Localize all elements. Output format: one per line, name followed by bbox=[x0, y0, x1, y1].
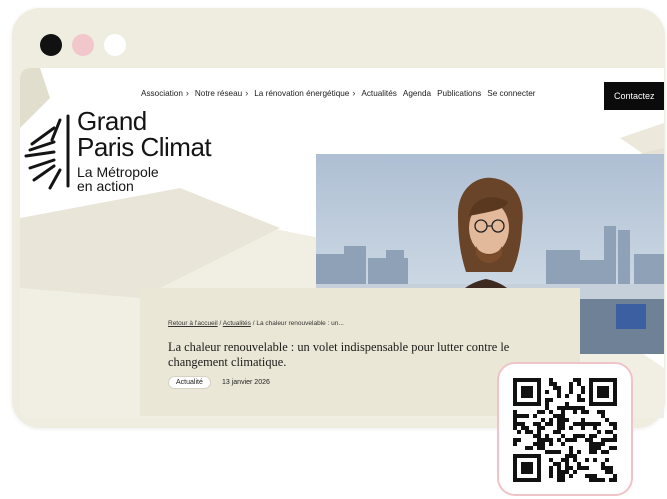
contact-button[interactable]: Contactez bbox=[604, 82, 664, 110]
breadcrumb-section-link[interactable]: Actualités bbox=[223, 320, 251, 327]
breadcrumb-home-link[interactable]: Retour à l'accueil bbox=[168, 320, 218, 327]
nav-item-actualites[interactable]: Actualités bbox=[361, 89, 397, 98]
nav-item-notre-reseau[interactable]: Notre réseau › bbox=[195, 88, 248, 98]
nav-label: Agenda bbox=[402, 88, 432, 98]
nav-label: Se connecter bbox=[487, 88, 536, 98]
window-dot-white[interactable] bbox=[104, 34, 126, 56]
window-dot-pink[interactable] bbox=[72, 34, 94, 56]
nav-item-association[interactable]: Association › bbox=[141, 88, 189, 98]
chevron-right-icon: › bbox=[352, 88, 356, 98]
logo-wordmark[interactable]: Grand Paris Climat bbox=[77, 106, 212, 162]
nav-label: La rénovation énergétique bbox=[254, 88, 350, 98]
nav-item-publications[interactable]: Publications bbox=[437, 89, 481, 98]
nav-label: Association bbox=[141, 88, 183, 98]
nav-label: Actualités bbox=[361, 88, 397, 98]
logo-tagline: La Métropole en action bbox=[77, 165, 159, 193]
chevron-right-icon: › bbox=[245, 88, 249, 98]
article-date: 13 janvier 2026 bbox=[222, 379, 270, 386]
sunburst-logo-icon[interactable] bbox=[24, 112, 72, 190]
logo-tagline-2: en action bbox=[77, 178, 134, 194]
breadcrumb: Retour à l'accueil / Actualités / La cha… bbox=[168, 320, 344, 327]
qr-code-frame bbox=[497, 362, 633, 496]
article-category-tag[interactable]: Actualité bbox=[168, 376, 211, 389]
logo-line-2: Paris Climat bbox=[77, 132, 212, 162]
qr-code-icon[interactable] bbox=[513, 378, 617, 482]
main-nav: Association › Notre réseau › La rénovation… bbox=[141, 88, 542, 98]
window-dot-black[interactable] bbox=[40, 34, 62, 56]
chevron-right-icon: › bbox=[185, 88, 189, 98]
nav-item-se-connecter[interactable]: Se connecter bbox=[487, 89, 535, 98]
logo-line-1: Grand bbox=[77, 106, 147, 136]
nav-item-agenda[interactable]: Agenda bbox=[403, 89, 431, 98]
nav-label: Notre réseau bbox=[194, 88, 243, 98]
nav-label: Publications bbox=[437, 88, 482, 98]
breadcrumb-current: La chaleur renouvelable : un... bbox=[256, 320, 344, 327]
logo-tagline-1: La Métropole bbox=[77, 164, 159, 180]
nav-item-renovation[interactable]: La rénovation énergétique › bbox=[254, 88, 355, 98]
